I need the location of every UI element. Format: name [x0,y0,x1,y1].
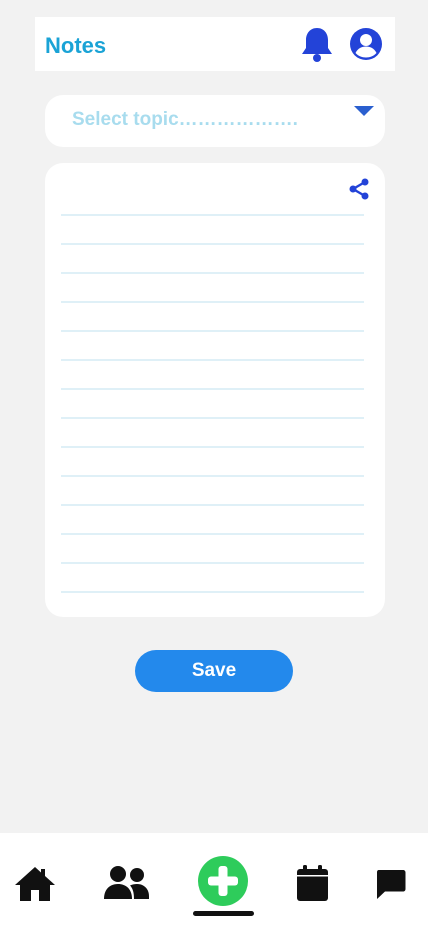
topic-select[interactable]: Select topic………………. [45,95,385,147]
users-icon[interactable] [103,865,150,901]
save-button[interactable]: Save [135,650,293,692]
bottom-navigation [0,833,428,926]
app-header: Notes [35,17,395,71]
topic-placeholder: Select topic………………. [72,109,298,130]
chat-icon[interactable] [376,869,406,901]
note-editor[interactable] [45,163,385,617]
calendar-icon[interactable] [296,864,329,902]
home-icon[interactable] [14,865,56,903]
user-circle-icon[interactable] [349,27,383,61]
page-title: Notes [45,33,107,58]
share-icon[interactable] [347,177,371,201]
caret-down-icon[interactable] [354,106,374,116]
bell-icon[interactable] [300,25,334,63]
add-circle-icon[interactable] [197,855,249,907]
note-text-area[interactable] [61,214,364,594]
active-tab-indicator [193,911,254,916]
